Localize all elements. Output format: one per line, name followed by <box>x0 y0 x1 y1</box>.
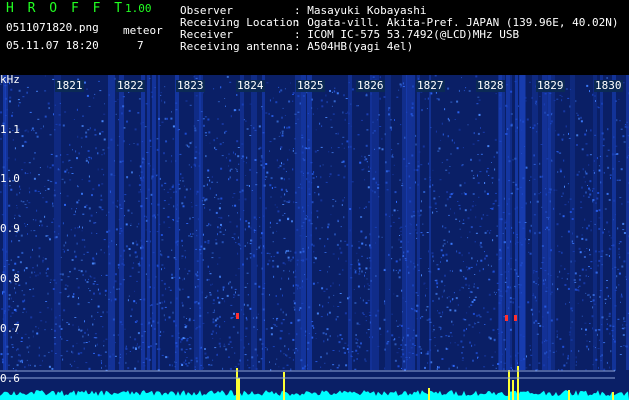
meteor-spike <box>236 368 238 400</box>
mode-label: meteor <box>123 24 163 37</box>
hroft-spectrogram-window: H R O F F T 1.00 0511071820.png meteor 0… <box>0 0 629 400</box>
noise-streak <box>251 75 257 370</box>
noise-streak <box>570 75 575 370</box>
freq-label: 0.8 <box>0 272 20 285</box>
capture-datetime: 05.11.07 18:20 <box>6 39 99 52</box>
info-label-antenna: Receiving antenna <box>180 40 293 53</box>
noise-streak <box>515 75 518 370</box>
noise-streak <box>152 75 156 370</box>
meteor-spike <box>512 380 514 400</box>
freq-label: 1.0 <box>0 172 20 185</box>
time-label: 1821 <box>55 79 84 92</box>
freq-label: 0.9 <box>0 222 20 235</box>
time-label: 1828 <box>476 79 505 92</box>
spectrogram-canvas <box>0 75 629 400</box>
meteor-spike <box>238 378 240 400</box>
noise-streak <box>612 75 616 370</box>
noise-streak <box>372 75 379 370</box>
meteor-spike <box>612 392 614 400</box>
noise-streak <box>295 75 301 370</box>
freq-unit-label: kHz <box>0 73 20 86</box>
meteor-count: 7 <box>137 39 144 52</box>
image-filename: 0511071820.png <box>6 21 99 34</box>
noise-streak <box>417 75 420 370</box>
noise-streak <box>506 75 510 370</box>
noise-streak <box>348 75 352 370</box>
noise-streak <box>498 75 505 370</box>
freq-label: 0.6 <box>0 372 20 385</box>
noise-streak <box>158 75 160 370</box>
time-label: 1827 <box>416 79 445 92</box>
program-version: 1.00 <box>125 2 152 15</box>
noise-streak <box>54 75 61 370</box>
meteor-spike <box>283 372 285 400</box>
noise-streak <box>429 75 431 370</box>
noise-streak <box>240 75 244 370</box>
freq-label: 1.1 <box>0 123 20 136</box>
program-name: H R O F F T <box>6 1 126 16</box>
meteor-echo <box>505 315 508 321</box>
time-label: 1826 <box>356 79 385 92</box>
noise-streak <box>108 75 115 370</box>
noise-streak <box>593 75 597 370</box>
spectrogram-plot <box>0 75 629 400</box>
noise-streak <box>412 75 415 370</box>
time-label: 1830 <box>594 79 623 92</box>
meteor-spike <box>428 388 430 400</box>
time-label: 1829 <box>536 79 565 92</box>
noise-streak <box>262 75 265 370</box>
noise-streak <box>542 75 547 370</box>
noise-streak <box>547 75 551 370</box>
time-label: 1822 <box>116 79 145 92</box>
meteor-echo <box>236 313 239 319</box>
noise-streak <box>370 75 372 370</box>
info-value-antenna: : A504HB(yagi 4el) <box>294 40 414 53</box>
noise-streak <box>147 75 150 370</box>
meteor-echo <box>514 315 517 321</box>
noise-streak <box>175 75 179 370</box>
meteor-spike <box>568 390 570 400</box>
time-label: 1824 <box>236 79 265 92</box>
noise-streak <box>532 75 538 370</box>
noise-streak <box>406 75 412 370</box>
meteor-spike <box>508 370 510 400</box>
noise-streak <box>301 75 306 370</box>
time-label: 1823 <box>176 79 205 92</box>
noise-streak <box>385 75 391 370</box>
time-label: 1825 <box>296 79 325 92</box>
noise-streak <box>141 75 145 370</box>
noise-streak <box>194 75 201 370</box>
noise-streak <box>119 75 124 370</box>
noise-streak <box>600 75 603 370</box>
noise-streak <box>307 75 312 370</box>
freq-label: 0.7 <box>0 322 20 335</box>
noise-streak <box>519 75 525 370</box>
